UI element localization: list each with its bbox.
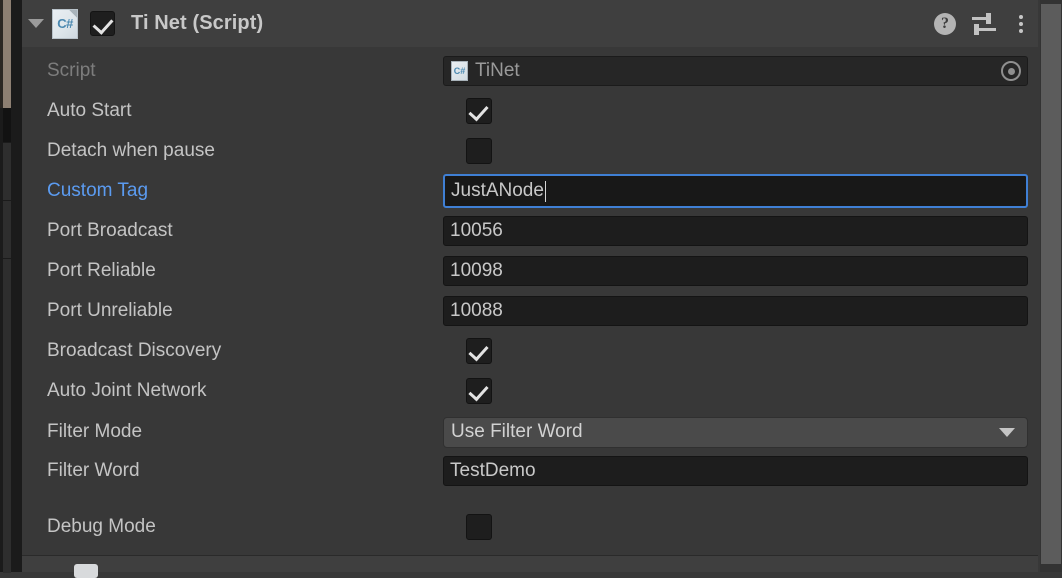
csharp-mini-icon: C# [451, 61, 468, 81]
filter-word-input[interactable]: TestDemo [443, 456, 1028, 486]
script-object-field[interactable]: C# TiNet [443, 56, 1028, 86]
label-port-unreliable: Port Unreliable [47, 300, 173, 321]
component-title: Ti Net (Script) [131, 12, 264, 34]
left-gutter [0, 0, 22, 573]
row-port-unreliable: Port Unreliable 10088 [22, 295, 1038, 327]
label-filter-word: Filter Word [47, 460, 140, 481]
row-port-reliable: Port Reliable 10098 [22, 255, 1038, 287]
foldout-arrow-icon[interactable] [22, 0, 50, 47]
label-broadcast-discovery: Broadcast Discovery [47, 340, 222, 361]
filter-mode-dropdown[interactable]: Use Filter Word [443, 416, 1028, 448]
row-filter-word: Filter Word TestDemo [22, 455, 1038, 487]
component-enabled-checkbox[interactable] [90, 11, 115, 36]
next-component-header[interactable] [22, 556, 1038, 578]
port-unreliable-value: 10088 [450, 300, 503, 321]
custom-tag-input[interactable]: JustANode [443, 174, 1028, 208]
filter-mode-value: Use Filter Word [451, 421, 583, 442]
row-script: Script C# TiNet [22, 55, 1038, 87]
label-auto-joint-network: Auto Joint Network [47, 380, 207, 401]
script-object-value: TiNet [475, 60, 520, 81]
preset-icon[interactable] [972, 12, 996, 35]
port-broadcast-value: 10056 [450, 220, 503, 241]
csharp-icon-label: C# [57, 16, 73, 31]
label-custom-tag: Custom Tag [47, 180, 149, 201]
filter-word-value: TestDemo [450, 460, 536, 481]
component-header[interactable]: C# Ti Net (Script) ? [22, 0, 1038, 48]
gutter-segment [3, 142, 11, 201]
gutter-segment [3, 200, 11, 259]
checkbox-auto-start[interactable] [466, 98, 492, 124]
vertical-scrollbar[interactable] [1040, 0, 1062, 572]
row-custom-tag: Custom Tag JustANode [22, 173, 1038, 209]
row-auto-joint-network: Auto Joint Network [22, 375, 1038, 407]
chevron-down-icon [999, 427, 1015, 437]
checkmark-icon [468, 340, 489, 362]
label-auto-start: Auto Start [47, 100, 132, 121]
port-reliable-input[interactable]: 10098 [443, 256, 1028, 286]
checkmark-icon [468, 100, 489, 122]
component-panel: C# Ti Net (Script) ? Script C# TiNet Aut… [22, 0, 1038, 578]
checkmark-icon [468, 380, 489, 402]
checkbox-detach-when-pause[interactable] [466, 138, 492, 164]
row-filter-mode: Filter Mode Use Filter Word [22, 415, 1038, 449]
checkbox-auto-joint-network[interactable] [466, 378, 492, 404]
checkmark-icon [92, 13, 114, 35]
row-auto-start: Auto Start [22, 95, 1038, 127]
label-debug-mode: Debug Mode [47, 516, 156, 537]
label-detach-when-pause: Detach when pause [47, 140, 215, 161]
port-reliable-value: 10098 [450, 260, 503, 281]
gutter-highlight-strip [3, 0, 11, 108]
inspector-panel: C# Ti Net (Script) ? Script C# TiNet Aut… [0, 0, 1062, 578]
custom-tag-value: JustANode [451, 180, 544, 201]
csharp-script-icon: C# [52, 8, 78, 39]
label-filter-mode: Filter Mode [47, 421, 143, 442]
scrollbar-thumb[interactable] [1041, 4, 1061, 564]
header-icon-group: ? [934, 0, 1030, 47]
component-body: Script C# TiNet Auto Start Detach when p… [22, 47, 1038, 555]
help-icon[interactable]: ? [934, 12, 956, 35]
more-menu-icon[interactable] [1012, 13, 1030, 35]
gutter-segment [3, 258, 11, 573]
label-port-broadcast: Port Broadcast [47, 220, 173, 241]
text-caret [544, 180, 546, 202]
port-broadcast-input[interactable]: 10056 [443, 216, 1028, 246]
row-debug-mode: Debug Mode [22, 511, 1038, 543]
gutter-dark-strip [3, 108, 11, 142]
label-port-reliable: Port Reliable [47, 260, 156, 281]
port-unreliable-input[interactable]: 10088 [443, 296, 1028, 326]
row-detach-when-pause: Detach when pause [22, 135, 1038, 167]
checkbox-debug-mode[interactable] [466, 514, 492, 540]
label-script: Script [47, 60, 96, 81]
row-broadcast-discovery: Broadcast Discovery [22, 335, 1038, 367]
row-port-broadcast: Port Broadcast 10056 [22, 215, 1038, 247]
checkbox-broadcast-discovery[interactable] [466, 338, 492, 364]
object-picker-icon[interactable] [1001, 61, 1021, 81]
next-component-icon [74, 564, 98, 578]
